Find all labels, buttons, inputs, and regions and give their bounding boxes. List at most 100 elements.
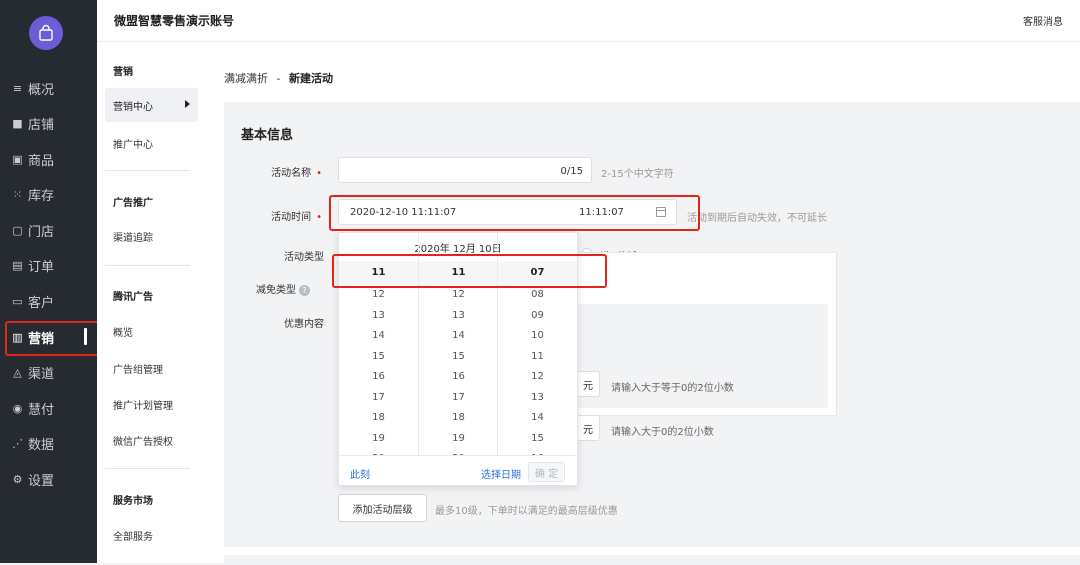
sidebar-item-plan[interactable]: 推广计划管理 [113, 397, 173, 412]
tier-hint-1: 请输入大于等于0的2位小数 [611, 383, 734, 394]
section-tencent-ads: 腾讯广告 [113, 292, 153, 303]
calendar-icon[interactable] [656, 207, 666, 217]
minute-cell[interactable]: 15 [419, 347, 498, 368]
minute-cell[interactable]: 11 [419, 261, 498, 285]
nav-item-data[interactable]: ⋰ 数据 [0, 426, 97, 460]
service-message-link[interactable]: 客服消息 [1023, 13, 1063, 28]
breadcrumb-parent[interactable]: 满减满折 [224, 72, 268, 85]
required-mark: • [316, 212, 322, 223]
overview-icon: ≡ [12, 81, 23, 95]
name-label-text: 活动名称 [271, 168, 312, 179]
sidebar-item-channel-tracking[interactable]: 渠道追踪 [113, 229, 153, 244]
next-card [224, 555, 1080, 565]
section-marketing: 营销 [113, 67, 133, 78]
hour-cell[interactable]: 11 [339, 261, 418, 285]
second-cell[interactable]: 08 [498, 285, 577, 306]
sidebar-item-promotion-center[interactable]: 推广中心 [113, 136, 153, 151]
account-title: 微盟智慧零售演示账号 [114, 14, 235, 28]
hour-cell[interactable]: 16 [339, 367, 418, 388]
settings-icon: ⚙ [12, 472, 23, 486]
section-ads: 广告推广 [113, 198, 153, 209]
name-hint: 2-15个中文字符 [601, 169, 674, 180]
nav-item-label: 店铺 [28, 117, 55, 133]
nav-item-customer[interactable]: ▭ 客户 [0, 284, 97, 318]
activity-time-range-input[interactable]: 2020-12-10 11:11:07 11:11:07 [338, 199, 677, 225]
minute-cell[interactable]: 18 [419, 408, 498, 429]
nav-item-pay[interactable]: ◉ 慧付 [0, 391, 97, 425]
sidebar-item-ad-group[interactable]: 广告组管理 [113, 361, 163, 376]
hour-cell[interactable]: 18 [339, 408, 418, 429]
active-indicator [84, 328, 87, 345]
nav-item-label: 库存 [28, 188, 55, 204]
time-label-text: 活动时间 [271, 212, 312, 223]
hour-cell[interactable]: 15 [339, 347, 418, 368]
sidebar-item-marketing-center[interactable]: 营销中心 [105, 88, 198, 122]
second-cell[interactable]: 07 [498, 261, 577, 285]
minute-cell[interactable]: 16 [419, 367, 498, 388]
nav-item-shop[interactable]: ▢ 门店 [0, 213, 97, 247]
help-icon[interactable]: ? [299, 284, 310, 296]
time-picker-popup: 2020年 12月 10日 11121314151617181920 11121… [338, 232, 578, 486]
second-cell[interactable]: 10 [498, 326, 577, 347]
hour-cell[interactable]: 14 [339, 326, 418, 347]
confirm-button[interactable]: 确 定 [528, 462, 565, 482]
nav-item-label: 营销 [28, 331, 55, 347]
minute-cell[interactable]: 19 [419, 429, 498, 450]
hour-cell[interactable]: 19 [339, 429, 418, 450]
second-cell[interactable]: 09 [498, 306, 577, 327]
second-cell[interactable]: 15 [498, 429, 577, 450]
second-cell[interactable]: 13 [498, 388, 577, 409]
sidebar-item-overview[interactable]: 概览 [113, 324, 133, 339]
second-cell[interactable]: 11 [498, 347, 577, 368]
second-column[interactable]: 07080910111213141516 [498, 261, 577, 457]
nav-item-channel[interactable]: ◬ 渠道 [0, 355, 97, 389]
sidebar-item-all-services[interactable]: 全部服务 [113, 528, 153, 543]
second-cell[interactable]: 14 [498, 408, 577, 429]
minute-cell[interactable]: 17 [419, 388, 498, 409]
choose-date-button[interactable]: 选择日期 [481, 466, 521, 481]
add-tier-button[interactable]: 添加活动层级 [338, 494, 427, 522]
nav-item-marketing[interactable]: ▥ 营销 [0, 320, 97, 354]
nav-item-goods[interactable]: ▣ 商品 [0, 142, 97, 176]
minute-cell[interactable]: 12 [419, 285, 498, 306]
data-icon: ⋰ [12, 436, 23, 450]
nav-item-label: 设置 [28, 473, 55, 489]
start-time-value[interactable]: 2020-12-10 11:11:07 [350, 207, 456, 218]
now-button[interactable]: 此刻 [350, 466, 370, 481]
nav-item-label: 慧付 [28, 402, 55, 418]
hour-cell[interactable]: 17 [339, 388, 418, 409]
section-service-market: 服务市场 [113, 496, 153, 507]
tier-hint-2: 请输入大于0的2位小数 [611, 427, 714, 438]
channel-icon: ◬ [13, 365, 22, 379]
nav-item-store[interactable]: ■ 店铺 [0, 106, 97, 140]
content-label: 优惠内容 [284, 319, 324, 330]
nav-item-label: 渠道 [28, 366, 55, 382]
yuan-unit: 元 [576, 415, 600, 441]
end-time-value[interactable]: 11:11:07 [579, 207, 624, 218]
add-tier-hint: 最多10级，下单时以满足的最高层级优惠 [435, 506, 618, 517]
nav-item-label: 客户 [28, 295, 55, 311]
divider [105, 170, 190, 171]
app-logo[interactable] [29, 16, 63, 50]
sidebar-item-wechat-auth[interactable]: 微信广告授权 [113, 433, 173, 448]
nav-item-order[interactable]: ▤ 订单 [0, 248, 97, 282]
nav-item-inventory[interactable]: ⁙ 库存 [0, 177, 97, 211]
hour-cell[interactable]: 12 [339, 285, 418, 306]
nav-item-settings[interactable]: ⚙ 设置 [0, 462, 97, 496]
nav-item-overview[interactable]: ≡ 概况 [0, 71, 97, 105]
primary-sidebar: ≡ 概况 ■ 店铺 ▣ 商品 ⁙ 库存 ▢ 门店 ▤ 订单 ▭ 客户 ▥ 营销 ◬ 渠道 ◉ 慧付 ⋰ 数据 ⚙ 设置 [0, 0, 97, 563]
breadcrumb-current: 新建活动 [288, 72, 333, 85]
breadcrumb: 满减满折 - 新建活动 [224, 70, 333, 86]
time-hint: 活动到期后自动失效，不可延长 [687, 213, 827, 224]
minute-cell[interactable]: 14 [419, 326, 498, 347]
order-icon: ▤ [12, 258, 23, 272]
minute-cell[interactable]: 13 [419, 306, 498, 327]
nav-item-label: 门店 [28, 224, 55, 240]
minute-column[interactable]: 11121314151617181920 [419, 261, 498, 457]
divider [105, 265, 190, 266]
activity-name-input[interactable]: 0/15 [338, 157, 592, 183]
hour-column[interactable]: 11121314151617181920 [339, 261, 418, 457]
hour-cell[interactable]: 13 [339, 306, 418, 327]
customer-icon: ▭ [12, 294, 23, 308]
second-cell[interactable]: 12 [498, 367, 577, 388]
